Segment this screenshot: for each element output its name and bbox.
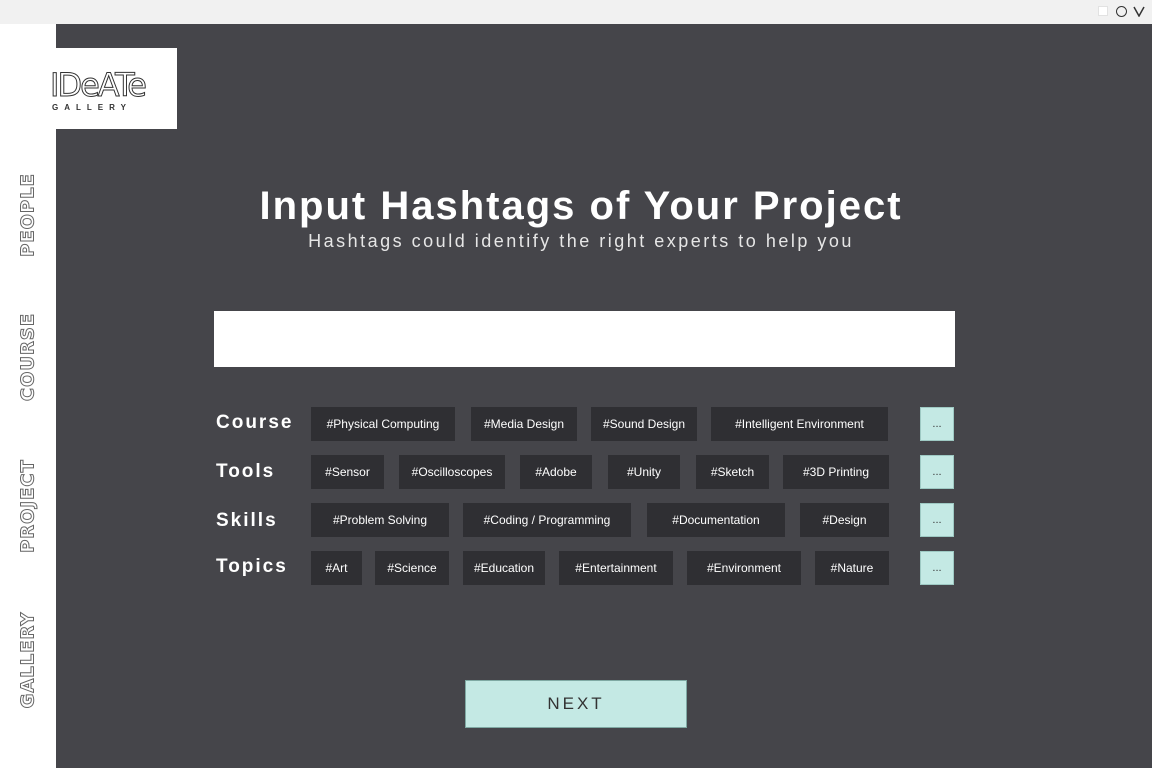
- tag-label: #3D Printing: [802, 465, 870, 479]
- tag-button[interactable]: #Media Design: [471, 407, 577, 441]
- tag-button[interactable]: #Unity: [608, 455, 680, 489]
- sidebar: PEOPLE COURSE PROJECT GALLERY: [0, 24, 56, 768]
- chevron-down-icon[interactable]: [1132, 4, 1146, 18]
- logo-subtitle: GALLERY: [52, 103, 132, 112]
- square-icon[interactable]: [1096, 4, 1110, 18]
- tag-button[interactable]: #Sound Design: [591, 407, 697, 441]
- page-subtitle: Hashtags could identify the right expert…: [308, 231, 854, 251]
- tag-button[interactable]: #Physical Computing: [311, 407, 455, 441]
- window-controls: [1096, 4, 1146, 18]
- tag-button[interactable]: #Design: [800, 503, 889, 537]
- tag-button[interactable]: #Art: [311, 551, 362, 585]
- tag-button[interactable]: #Documentation: [647, 503, 785, 537]
- tag-button[interactable]: #Intelligent Environment: [711, 407, 888, 441]
- tag-label: #Adobe: [535, 465, 577, 479]
- more-tags-button[interactable]: ...: [920, 407, 954, 441]
- page-title: Input Hashtags of Your Project: [259, 184, 903, 228]
- tag-label: #Art: [325, 561, 348, 575]
- tag-label: #Nature: [830, 561, 874, 575]
- window-titlebar: [0, 0, 1152, 24]
- tag-label: #Science: [387, 561, 437, 575]
- row-label-course: Course: [216, 412, 294, 433]
- tag-label: #Coding / Programming: [483, 513, 611, 527]
- tag-label: #Education: [473, 561, 535, 575]
- logo-title: IDeATe: [50, 66, 148, 105]
- tag-button[interactable]: #Sketch: [696, 455, 769, 489]
- tag-label: #Intelligent Environment: [735, 417, 864, 431]
- tag-label: #Sensor: [325, 465, 370, 479]
- tag-label: #Unity: [626, 465, 661, 479]
- tag-button[interactable]: #Environment: [687, 551, 801, 585]
- tag-button[interactable]: #Education: [463, 551, 545, 585]
- hashtag-input[interactable]: [214, 311, 955, 367]
- more-tags-button[interactable]: ...: [920, 455, 954, 489]
- ideate-logo[interactable]: IDeATe GALLERY: [46, 48, 177, 129]
- tag-button[interactable]: #3D Printing: [783, 455, 889, 489]
- tag-label: #Oscilloscopes: [411, 465, 493, 479]
- tag-button[interactable]: #Sensor: [311, 455, 384, 489]
- main-panel: Input Hashtags of Your Project Hashtags …: [56, 24, 1152, 768]
- tag-button[interactable]: #Problem Solving: [311, 503, 449, 537]
- tag-button[interactable]: #Adobe: [520, 455, 592, 489]
- row-label-skills: Skills: [216, 510, 278, 531]
- sidebar-item-gallery[interactable]: GALLERY: [17, 611, 39, 709]
- tag-button[interactable]: #Nature: [815, 551, 889, 585]
- sidebar-item-project[interactable]: PROJECT: [17, 459, 39, 554]
- tag-label: #Design: [822, 513, 867, 527]
- tag-label: #Sketch: [710, 465, 755, 479]
- tag-label: #Documentation: [672, 513, 760, 527]
- tag-label: #Sound Design: [602, 417, 686, 431]
- tag-label: #Environment: [706, 561, 782, 575]
- circle-icon[interactable]: [1114, 4, 1128, 18]
- tag-label: #Entertainment: [575, 561, 657, 575]
- next-button[interactable]: NEXT: [465, 680, 687, 728]
- more-tags-button[interactable]: ...: [920, 503, 954, 537]
- row-label-tools: Tools: [216, 461, 276, 482]
- tag-button[interactable]: #Science: [375, 551, 449, 585]
- tag-label: #Problem Solving: [332, 513, 428, 527]
- row-label-topics: Topics: [216, 556, 288, 577]
- tag-button[interactable]: #Oscilloscopes: [399, 455, 505, 489]
- tag-button[interactable]: #Entertainment: [559, 551, 673, 585]
- sidebar-item-people[interactable]: PEOPLE: [17, 173, 39, 258]
- tag-label: #Physical Computing: [326, 417, 440, 431]
- tag-label: #Media Design: [483, 417, 565, 431]
- tag-button[interactable]: #Coding / Programming: [463, 503, 631, 537]
- sidebar-item-course[interactable]: COURSE: [17, 312, 39, 401]
- more-tags-button[interactable]: ...: [920, 551, 954, 585]
